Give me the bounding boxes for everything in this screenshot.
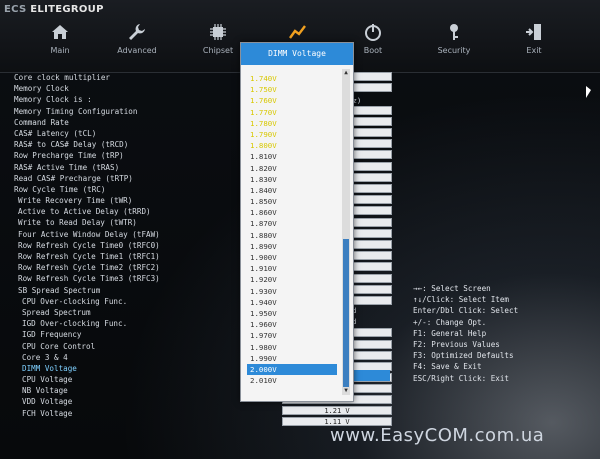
scroll-up-arrow-icon[interactable]: ▲ (342, 69, 350, 77)
menu-item[interactable]: IGD Frequency (14, 329, 249, 340)
help-line: ESC/Right Click: Exit (413, 373, 510, 383)
voltage-option[interactable]: 1.850V (247, 196, 337, 207)
menu-item[interactable]: Row Precharge Time (tRP) (14, 150, 249, 161)
help-line: Enter/Dbl Click: Select (413, 306, 519, 316)
help-line: →←: Select Screen (413, 284, 491, 293)
menu-item[interactable]: Four Active Window Delay (tFAW) (14, 229, 249, 240)
voltage-option[interactable]: 1.890V (247, 241, 337, 252)
voltage-option[interactable]: 1.800V (247, 140, 337, 151)
menu-item[interactable]: Memory Clock (14, 83, 249, 94)
nb-voltage-value[interactable]: 1.21 V (282, 406, 392, 415)
scroll-thumb[interactable] (343, 239, 349, 387)
menu-item[interactable]: Row Cycle Time (tRC) (14, 184, 249, 195)
tab-advanced[interactable]: Advanced (107, 22, 167, 55)
help-line: F4: Save & Exit (413, 362, 482, 372)
selected-value-highlight (352, 370, 390, 381)
power-icon (365, 24, 381, 41)
help-line: +/-: Change Opt. (413, 317, 487, 327)
help-line: F3: Optimized Defaults (413, 351, 514, 361)
voltage-option[interactable]: 1.770V (247, 107, 337, 118)
chip-icon (210, 24, 226, 40)
menu-item[interactable]: RAS# Active Time (tRAS) (14, 162, 249, 173)
menu-item[interactable]: Memory Timing Configuration (14, 106, 249, 117)
voltage-option[interactable]: 1.900V (247, 252, 337, 263)
menu-item[interactable]: CAS# Latency (tCL) (14, 128, 249, 139)
key-help-panel: →←: Select Screen ↑↓/Click: Select Item En… (413, 283, 593, 384)
help-line: F2: Previous Values (413, 339, 500, 349)
key-icon (450, 24, 458, 40)
menu-item[interactable]: Core 3 & 4 (14, 352, 249, 363)
voltage-options-list: 1.740V 1.750V 1.760V 1.770V 1.780V 1.790V 1.80… (247, 73, 337, 386)
voltage-option[interactable]: 1.820V (247, 163, 337, 174)
menu-item[interactable]: IGD Over-clocking Func. (14, 318, 249, 329)
voltage-option[interactable]: 2.010V (247, 375, 337, 386)
menu-item[interactable]: Active to Active Delay (tRRD) (14, 206, 249, 217)
popup-scrollbar[interactable]: ▲ ▼ (342, 69, 350, 395)
voltage-option[interactable]: 1.920V (247, 274, 337, 285)
settings-menu: Core clock multiplier Memory Clock Memory … (14, 72, 249, 419)
menu-item[interactable]: SB Spread Spectrum (14, 285, 249, 296)
voltage-option[interactable]: 1.790V (247, 129, 337, 140)
menu-item[interactable]: Write to Read Delay (tWTR) (14, 217, 249, 228)
menu-item[interactable]: VDD Voltage (14, 396, 249, 407)
wrench-icon (129, 24, 145, 40)
scroll-down-arrow-icon[interactable]: ▼ (342, 387, 350, 395)
menu-item[interactable]: Read CAS# Precharge (tRTP) (14, 173, 249, 184)
voltage-option[interactable]: 2.000V (247, 363, 337, 376)
dimm-voltage-popup[interactable]: DIMM Voltage 1.740V 1.750V 1.760V 1.770V 1.7… (240, 42, 354, 402)
voltage-option[interactable]: 1.990V (247, 353, 337, 364)
menu-item[interactable]: Memory Clock is : (14, 94, 249, 105)
menu-item[interactable]: Spread Spectrum (14, 307, 249, 318)
tab-security[interactable]: Security (424, 22, 484, 55)
menu-item[interactable]: CPU Core Control (14, 341, 249, 352)
voltage-option[interactable]: 1.910V (247, 263, 337, 274)
watermark: www.EasyCOM.com.ua (330, 425, 545, 446)
voltage-option[interactable]: 1.740V (247, 73, 337, 84)
menu-item[interactable]: DIMM Voltage (14, 363, 249, 374)
menu-item[interactable]: Command Rate (14, 117, 249, 128)
popup-title: DIMM Voltage (241, 43, 353, 65)
menu-item[interactable]: Core clock multiplier (14, 72, 249, 83)
menu-item[interactable]: CPU Over-clocking Func. (14, 296, 249, 307)
voltage-option[interactable]: 1.860V (247, 207, 337, 218)
tab-chipset[interactable]: Chipset (188, 22, 248, 55)
voltage-option[interactable]: 1.780V (247, 118, 337, 129)
menu-item[interactable]: NB Voltage (14, 385, 249, 396)
mouse-cursor-icon (586, 86, 591, 98)
tab-exit[interactable]: Exit (504, 22, 564, 55)
help-line: ↑↓/Click: Select Item (413, 295, 510, 305)
menu-item[interactable]: CPU Voltage (14, 374, 249, 385)
menu-item[interactable]: Row Refresh Cycle Time1 (tRFC1) (14, 251, 249, 262)
voltage-option[interactable]: 1.970V (247, 330, 337, 341)
voltage-option[interactable]: 1.750V (247, 84, 337, 95)
tab-main[interactable]: Main (30, 22, 90, 55)
menu-item[interactable]: Row Refresh Cycle Time3 (tRFC3) (14, 273, 249, 284)
voltage-option[interactable]: 1.930V (247, 286, 337, 297)
voltage-option[interactable]: 1.880V (247, 230, 337, 241)
voltage-option[interactable]: 1.950V (247, 308, 337, 319)
brand-logo: ECS ELITEGROUP (4, 4, 104, 15)
voltage-option[interactable]: 1.960V (247, 319, 337, 330)
voltage-option[interactable]: 1.840V (247, 185, 337, 196)
voltage-option[interactable]: 1.760V (247, 95, 337, 106)
menu-item[interactable]: RAS# to CAS# Delay (tRCD) (14, 139, 249, 150)
menu-item[interactable]: Row Refresh Cycle Time2 (tRFC2) (14, 262, 249, 273)
voltage-option[interactable]: 1.980V (247, 342, 337, 353)
home-icon (52, 25, 68, 39)
voltage-option[interactable]: 1.810V (247, 151, 337, 162)
voltage-option[interactable]: 1.940V (247, 297, 337, 308)
voltage-option[interactable]: 1.870V (247, 218, 337, 229)
help-line: F1: General Help (413, 328, 487, 338)
chart-icon (289, 25, 306, 39)
menu-item[interactable]: FCH Voltage (14, 408, 249, 419)
menu-item[interactable]: Row Refresh Cycle Time0 (tRFC0) (14, 240, 249, 251)
menu-item[interactable]: Write Recovery Time (tWR) (14, 195, 249, 206)
exit-door-icon (526, 24, 541, 40)
voltage-option[interactable]: 1.830V (247, 174, 337, 185)
